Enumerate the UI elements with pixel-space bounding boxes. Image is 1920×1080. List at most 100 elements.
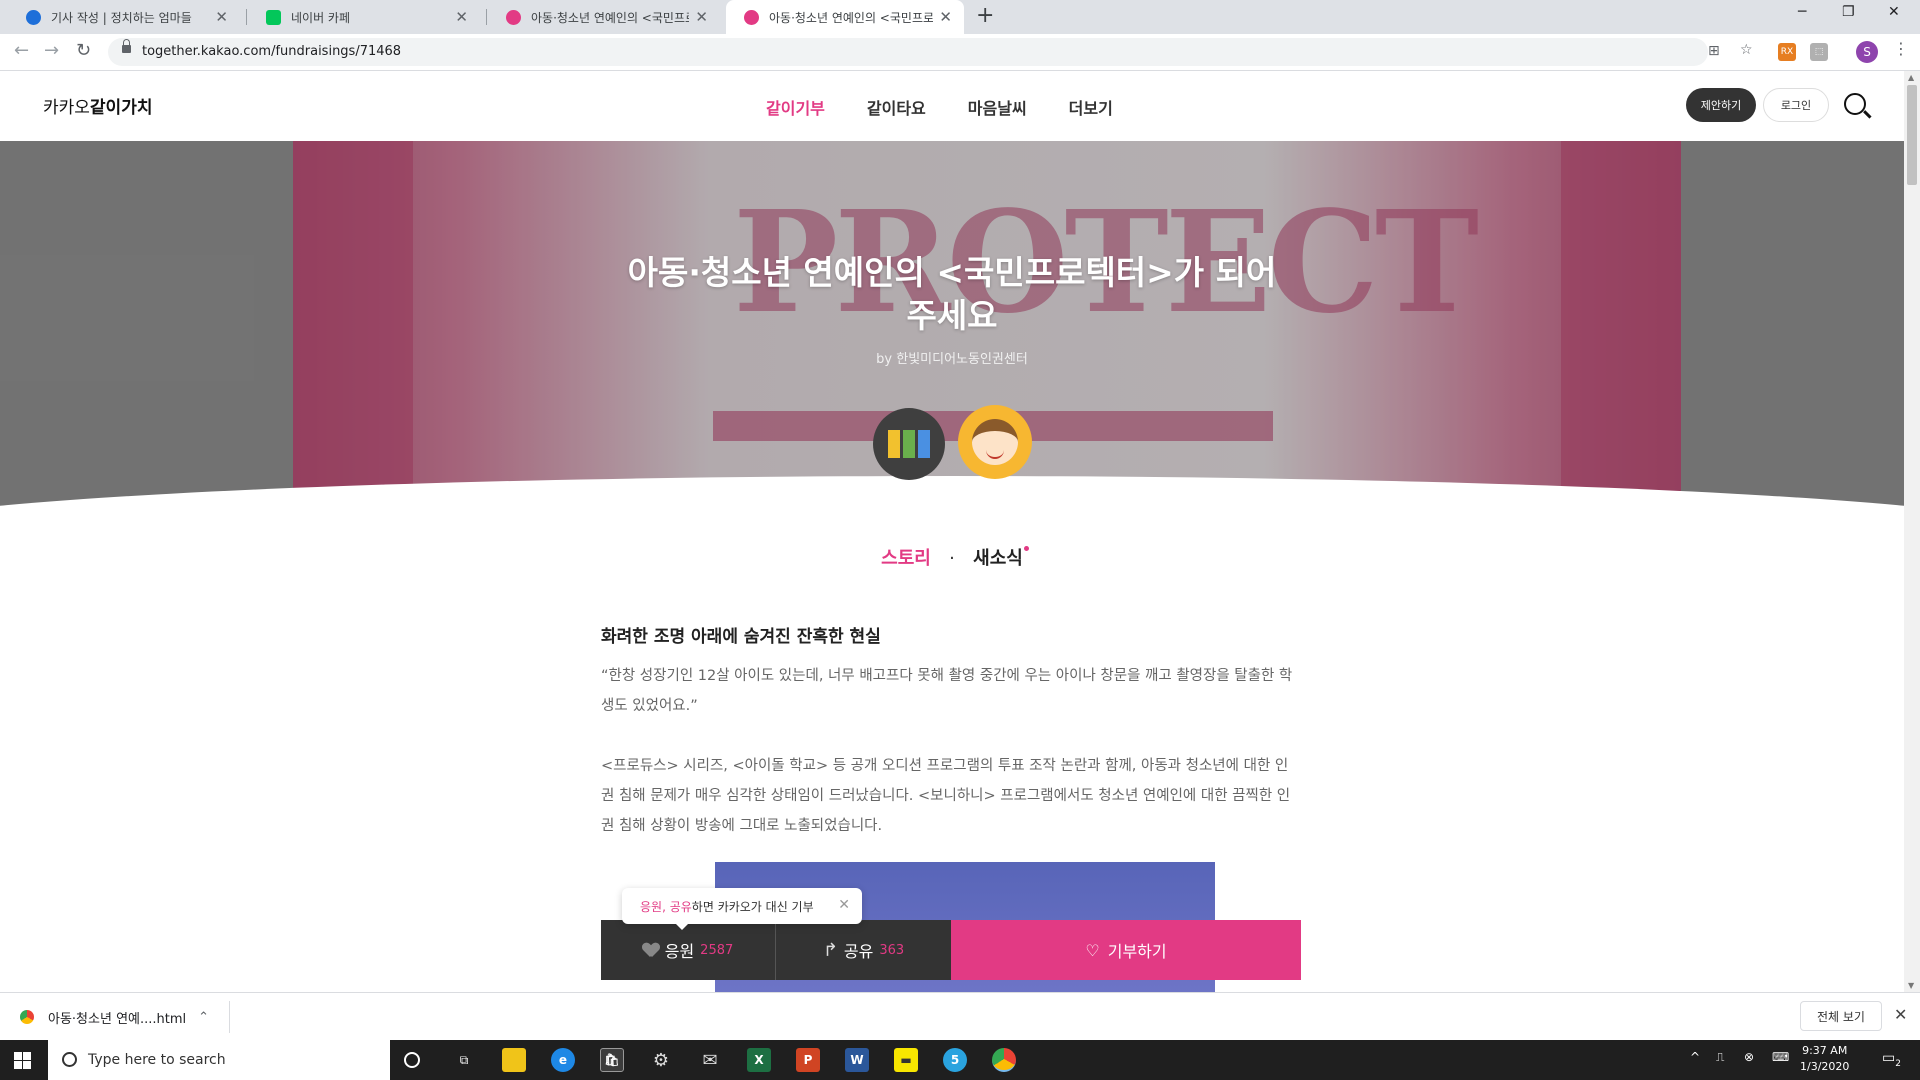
site-favicon-icon [506, 9, 521, 25]
organization-avatar[interactable] [873, 408, 945, 480]
settings-gear-icon[interactable]: ⚙ [649, 1048, 673, 1072]
donation-action-bar: 응원 2587 ↱ 공유 363 ♡ 기부하기 [601, 920, 1301, 980]
store-icon[interactable]: 🛍 [600, 1048, 624, 1072]
tray-chevron-icon[interactable]: ^ [1690, 1050, 1700, 1064]
task-view-icon[interactable]: ⧉ [452, 1048, 476, 1072]
propose-button[interactable]: 제안하기 [1686, 88, 1756, 122]
browser-tab[interactable]: 아동·청소년 연예인의 <국민프로 ✕ [488, 0, 720, 34]
scroll-up-icon[interactable]: ▲ [1908, 73, 1914, 82]
close-tab-icon[interactable]: ✕ [939, 8, 952, 26]
tab-title: 아동·청소년 연예인의 <국민프로 [531, 10, 690, 25]
clock-time: 9:37 AM [1802, 1044, 1848, 1057]
taskbar-search-input[interactable]: Type here to search [48, 1040, 390, 1080]
scrollbar-thumb[interactable] [1907, 85, 1917, 185]
tab-title: 기사 작성 | 정치하는 엄마들 [51, 10, 192, 25]
file-explorer-icon[interactable] [502, 1048, 526, 1072]
close-window-icon[interactable]: ✕ [1888, 4, 1900, 20]
site-header: 카카오같이가치 같이기부 같이타요 마음날씨 더보기 제안하기 로그인 [0, 71, 1904, 141]
browser-toolbar: ← → ↻ together.kakao.com/fundraisings/71… [0, 34, 1920, 71]
new-tab-icon[interactable]: + [976, 3, 994, 28]
share-count: 363 [879, 942, 905, 958]
cheer-share-tooltip: 응원, 공유 하면 카카오가 대신 기부 ✕ [622, 888, 862, 930]
forward-icon[interactable]: → [44, 40, 59, 61]
browser-tab-strip: 기사 작성 | 정치하는 엄마들 ✕ 네이버 카페 ✕ 아동·청소년 연예인의 … [0, 0, 1920, 34]
browser-tab[interactable]: 기사 작성 | 정치하는 엄마들 ✕ [8, 0, 240, 34]
nav-item-more[interactable]: 더보기 [1069, 95, 1113, 119]
tooltip-close-icon[interactable]: ✕ [838, 897, 850, 913]
notification-center-icon[interactable]: ▭2 [1882, 1050, 1901, 1069]
close-tab-icon[interactable]: ✕ [695, 8, 708, 26]
campaign-organizer[interactable]: by 한빛미디어노동인권센터 [0, 348, 1904, 367]
sticky-notes-icon[interactable]: ▬ [894, 1048, 918, 1072]
cortana-icon[interactable] [404, 1052, 420, 1068]
system-clock[interactable]: 9:37 AM 1/3/2020 [1800, 1043, 1849, 1075]
extension-pdf-icon[interactable]: ⬚ [1810, 43, 1828, 61]
chrome-taskbar-icon[interactable] [992, 1048, 1016, 1072]
address-bar[interactable]: together.kakao.com/fundraisings/71468 ⊞ [108, 38, 1720, 66]
notification-count: 2 [1895, 1058, 1901, 1069]
tab-separator: · [949, 548, 955, 569]
profile-avatar[interactable]: S [1856, 41, 1878, 63]
browser-tab-active[interactable]: 아동·청소년 연예인의 <국민프로 ✕ [726, 0, 964, 34]
powerpoint-icon[interactable]: P [796, 1048, 820, 1072]
article-heading: 화려한 조명 아래에 숨겨진 잔혹한 현실 [601, 627, 881, 647]
volume-muted-icon[interactable]: ⊗ [1744, 1050, 1754, 1064]
close-tab-icon[interactable]: ✕ [455, 8, 468, 26]
heart-icon [643, 943, 659, 957]
bookmark-star-icon[interactable]: ☆ [1740, 42, 1753, 58]
download-item[interactable]: 아동·청소년 연예....html ⌃ [14, 1001, 230, 1033]
download-shelf: 아동·청소년 연예....html ⌃ 전체 보기 ✕ [0, 992, 1920, 1040]
tooltip-text: 하면 카카오가 대신 기부 [691, 899, 814, 914]
logo-bold: 같이가치 [89, 98, 153, 118]
url-text[interactable]: together.kakao.com/fundraisings/71468 [142, 44, 401, 59]
restore-icon[interactable]: ❐ [1842, 4, 1855, 20]
main-nav: 같이기부 같이타요 마음날씨 더보기 [766, 95, 1113, 119]
mail-icon[interactable]: ✉ [698, 1048, 722, 1072]
chevron-up-icon[interactable]: ⌃ [198, 1010, 209, 1025]
reload-icon[interactable]: ↻ [76, 40, 91, 61]
close-shelf-icon[interactable]: ✕ [1894, 1005, 1907, 1024]
nav-item-ride-together[interactable]: 같이타요 [867, 95, 926, 119]
extension-rx-icon[interactable]: RX [1778, 43, 1796, 61]
share-button[interactable]: ↱ 공유 363 [776, 920, 951, 980]
tab-story[interactable]: 스토리 [881, 548, 931, 569]
minimize-icon[interactable]: ─ [1798, 4, 1806, 20]
translate-icon[interactable]: ⊞ [1708, 43, 1720, 59]
site-favicon-icon [266, 9, 281, 25]
browser-menu-icon[interactable]: ⋮ [1893, 39, 1909, 58]
cheer-count: 2587 [700, 942, 734, 958]
person-icon [918, 430, 930, 458]
cheer-button[interactable]: 응원 2587 [601, 920, 776, 980]
browser-tab[interactable]: 네이버 카페 ✕ [248, 0, 480, 34]
windows-start-icon[interactable] [14, 1052, 31, 1069]
messenger-app-icon[interactable]: 5 [943, 1048, 967, 1072]
site-logo[interactable]: 카카오같이가치 [43, 93, 152, 118]
donate-button[interactable]: ♡ 기부하기 [951, 920, 1301, 980]
back-icon[interactable]: ← [14, 40, 29, 61]
tab-title: 네이버 카페 [291, 10, 351, 25]
chrome-file-icon [20, 1010, 34, 1024]
search-icon[interactable] [1844, 93, 1866, 115]
donate-label: 기부하기 [1107, 942, 1167, 961]
nav-item-donate-together[interactable]: 같이기부 [766, 95, 825, 119]
edge-browser-icon[interactable]: e [551, 1048, 575, 1072]
donate-hand-icon: ♡ [1085, 940, 1100, 960]
share-arrow-icon: ↱ [822, 939, 838, 961]
person-icon [903, 430, 915, 458]
input-method-icon[interactable]: ⌨ [1772, 1050, 1789, 1064]
word-icon[interactable]: W [845, 1048, 869, 1072]
network-icon[interactable]: ⎍ [1716, 1050, 1724, 1065]
close-tab-icon[interactable]: ✕ [215, 8, 228, 26]
campaign-title-line: 주세요 [906, 296, 998, 335]
excel-icon[interactable]: X [747, 1048, 771, 1072]
scroll-down-icon[interactable]: ▼ [1908, 981, 1914, 990]
tab-news[interactable]: 새소식 [973, 548, 1023, 569]
campaign-title-line: 아동·청소년 연예인의 <국민프로텍터>가 되어 [627, 253, 1277, 292]
nav-item-mood-weather[interactable]: 마음날씨 [968, 95, 1027, 119]
site-favicon-icon [744, 9, 759, 25]
page-scrollbar[interactable]: ▲ ▼ [1904, 71, 1920, 992]
login-button[interactable]: 로그인 [1763, 88, 1829, 122]
show-all-downloads-button[interactable]: 전체 보기 [1800, 1001, 1882, 1031]
logo-prefix: 카카오 [43, 98, 90, 118]
download-file-name: 아동·청소년 연예....html [48, 1011, 187, 1027]
